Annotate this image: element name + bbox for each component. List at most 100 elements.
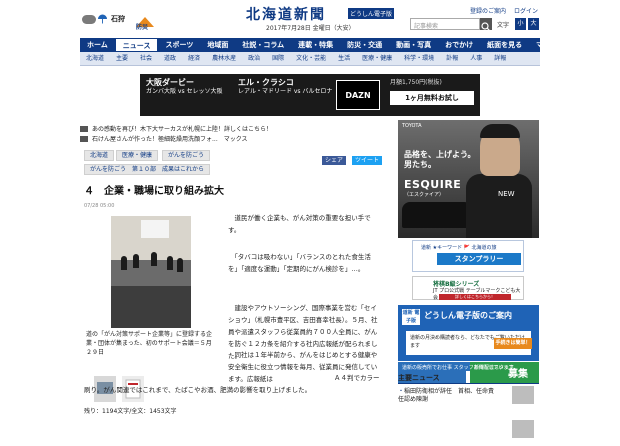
article-photo[interactable]: [111, 216, 191, 328]
nav-item-paper[interactable]: 紙面を見る: [480, 38, 529, 52]
bousai-label: 防災: [136, 24, 149, 31]
search-input[interactable]: 記事検索: [410, 18, 480, 30]
subnav-item[interactable]: 訃報: [440, 52, 464, 66]
site-logo[interactable]: 北海道新聞: [246, 4, 326, 24]
logo-tag: どうしん電子版: [348, 8, 395, 19]
esquire-ad[interactable]: TOYOTA 品格を、上げよう。 男たち。 ESQUIRE （エスクァイア） N…: [398, 120, 539, 238]
weather-city: 石狩: [111, 15, 125, 23]
major-news-item[interactable]: ・稲田防衛相が辞任 首相、任命責任認め陳謝: [398, 388, 498, 404]
subnav-item[interactable]: 国際: [266, 52, 290, 66]
nav-item-column[interactable]: 社説・コラム: [235, 38, 291, 52]
character-count: 残り：1194文字/全文：1453文字: [84, 408, 177, 415]
article-headline: ４ 企業・職場に取り組み拡大: [84, 186, 224, 197]
main-nav: ホーム ニュース スポーツ 地域面 社説・コラム 連載・特集 防災・交通 動画・…: [80, 38, 571, 52]
wide-lead: Ａ４判でカラー: [334, 374, 380, 382]
esquire-copy-line: 品格を、上げよう。: [404, 150, 476, 159]
divider: [398, 383, 539, 384]
pr-icon: [80, 125, 88, 132]
esquire-new: NEW: [498, 190, 515, 198]
toyota-logo: TOYOTA: [402, 123, 422, 129]
banner-promo: 月額1,750円(税抜): [390, 79, 442, 86]
login-link[interactable]: ログイン: [514, 8, 538, 15]
pr-icon: [80, 135, 88, 142]
subnav-item[interactable]: 科学・環境: [398, 52, 440, 66]
ad-text-line[interactable]: 石けん屋さんが作った！極細乾燥用洗顔フォ... マックス: [80, 134, 248, 143]
esquire-copy: 品格を、上げよう。 男たち。: [404, 150, 476, 170]
bousai-link[interactable]: 防災: [136, 12, 154, 31]
banner-mid-sub: レアル・マドリード vs バルセロナ: [238, 88, 333, 95]
denshi-title: どうしん電子版のご案内: [424, 311, 512, 320]
tag-cancer[interactable]: がんを防ごう: [162, 150, 211, 161]
nav-item-sports[interactable]: スポーツ: [158, 38, 200, 52]
subnav-item[interactable]: 経済: [182, 52, 206, 66]
staff-big: 募集: [508, 369, 528, 380]
nav-item-video[interactable]: 動画・写真: [389, 38, 438, 52]
tag-health[interactable]: 医療・健康: [116, 150, 159, 161]
banner-cta[interactable]: 1ヶ月無料お試し: [390, 91, 474, 105]
major-news-thumb[interactable]: [512, 386, 534, 404]
shogi-ad[interactable]: 将棋B級シリーズ JT プロ公式戦 テーブルマークこども大会 詳しくはこちらから…: [412, 276, 524, 301]
banner-left: 大阪ダービー ガンバ大阪 vs セレッソ大阪: [146, 78, 223, 96]
nav-item-local[interactable]: 地域面: [200, 38, 235, 52]
dateline: 2017年7月28日 金曜日（大安）: [266, 25, 355, 32]
register-link[interactable]: 登録のご案内: [470, 8, 506, 15]
denshi-cta[interactable]: 手続きは簡単！: [494, 338, 532, 349]
nav-item-feature[interactable]: 連載・特集: [291, 38, 340, 52]
subnav-item[interactable]: 農林水産: [206, 52, 242, 66]
subnav-item[interactable]: 文化・芸能: [290, 52, 332, 66]
wide-text: 刷り。がん関連ではこれまで、たばこやお酒、肥満の影響を取り上げました。: [84, 386, 312, 394]
font-small-button[interactable]: 小: [515, 18, 526, 30]
cloud-icon: [82, 14, 96, 24]
search-button[interactable]: [480, 18, 492, 32]
esquire-name: ESQUIRE: [404, 178, 462, 191]
banner-left-title: 大阪ダービー: [146, 78, 194, 87]
subnav-item[interactable]: 社会: [134, 52, 158, 66]
subnav-item[interactable]: 生活: [332, 52, 356, 66]
subnav-item[interactable]: 政治: [242, 52, 266, 66]
ad-text: あの感動を再び！木下大サーカスが札幌に上陸！詳しくはこちら！: [92, 126, 273, 133]
dazn-logo: DAZN: [336, 80, 380, 110]
umbrella-icon: [98, 14, 107, 24]
stamp-main: スタンプラリー: [437, 253, 521, 265]
subnav-item[interactable]: 人事: [464, 52, 488, 66]
article-paragraph: 道民が働く企業も、がん対策の重要な担い手です。: [228, 214, 371, 234]
banner-mid-title: エル・クラシコ: [238, 78, 294, 87]
tag-hokkaido[interactable]: 北海道: [84, 150, 115, 161]
esquire-sub: （エスクァイア）: [404, 192, 445, 198]
font-size-label: 文字: [497, 22, 510, 29]
article-paragraph: 「タバコは吸わない」「バランスのとれた食生活を」「適度な運動」「定期的にがん検診…: [228, 253, 371, 273]
weather-widget[interactable]: 石狩: [82, 14, 125, 24]
denshi-ad[interactable]: 道新 電子版 どうしん電子版のご案内 道新の月決め購読者なら、どなたでもご覧いた…: [398, 305, 539, 361]
nav-item-news[interactable]: ニュース: [114, 38, 159, 52]
staff-recruit-ad[interactable]: 道新の販売所でお仕事 スタッフお待ちしています。 新聞配達スタッフ 募集: [398, 362, 539, 384]
banner-mid: エル・クラシコ レアル・マドリード vs バルセロナ: [238, 78, 332, 96]
article-date: 07/28 05:00: [84, 203, 115, 209]
esquire-copy-line: 男たち。: [404, 160, 436, 169]
subnav-item[interactable]: 医療・健康: [356, 52, 398, 66]
font-large-button[interactable]: 大: [528, 18, 539, 30]
major-news-text: 稲田防衛相が辞任 首相、任命責任認め陳謝: [398, 388, 495, 403]
stamp-rally-ad[interactable]: 道新 ★キーワード 🚩 北海道の旅 スタンプラリー: [412, 240, 524, 272]
tag-series[interactable]: がんを防ごう 第１０部 成果はこれから: [84, 164, 211, 175]
ad-text-line[interactable]: あの感動を再び！木下大サーカスが札幌に上陸！詳しくはこちら！: [80, 124, 272, 133]
nav-item-safety[interactable]: 防災・交通: [340, 38, 389, 52]
nav-item-outing[interactable]: おでかけ: [438, 38, 480, 52]
subnav-item[interactable]: 主要: [110, 52, 134, 66]
banner-left-sub: ガンバ大阪 vs セレッソ大阪: [146, 88, 223, 95]
ad-text: 石けん屋さんが作った！極細乾燥用洗顔フォ... マックス: [92, 136, 248, 143]
site-header: 石狩 防災 北海道新聞 どうしん電子版 2017年7月28日 金曜日（大安） 登…: [0, 0, 620, 38]
major-news-thumb[interactable]: [512, 420, 534, 438]
shogi-cta: 詳しくはこちらから！: [439, 294, 511, 300]
nav-item-home[interactable]: ホーム: [80, 38, 115, 52]
sub-nav: 北海道 主要 社会 道政 経済 農林水産 政治 国際 文化・芸能 生活 医療・健…: [80, 52, 540, 66]
denshi-badge: 道新 電子版: [402, 309, 420, 325]
subnav-item[interactable]: 北海道: [80, 52, 110, 66]
article-paragraph-wide: Ａ４判でカラー刷り。がん関連ではこれまで、たばこやお酒、肥満の影響を取り上げまし…: [84, 374, 384, 396]
subnav-item[interactable]: 詳報: [488, 52, 512, 66]
stamp-top: 道新 ★キーワード 🚩 北海道の旅: [421, 245, 497, 251]
tweet-button[interactable]: ツイート: [352, 156, 383, 165]
dazn-banner-ad[interactable]: 大阪ダービー ガンバ大阪 vs セレッソ大阪 エル・クラシコ レアル・マドリード…: [140, 74, 480, 116]
nav-item-mypage[interactable]: マイページ: [529, 38, 578, 52]
facebook-share-button[interactable]: シェア: [322, 156, 347, 165]
subnav-item[interactable]: 道政: [158, 52, 182, 66]
